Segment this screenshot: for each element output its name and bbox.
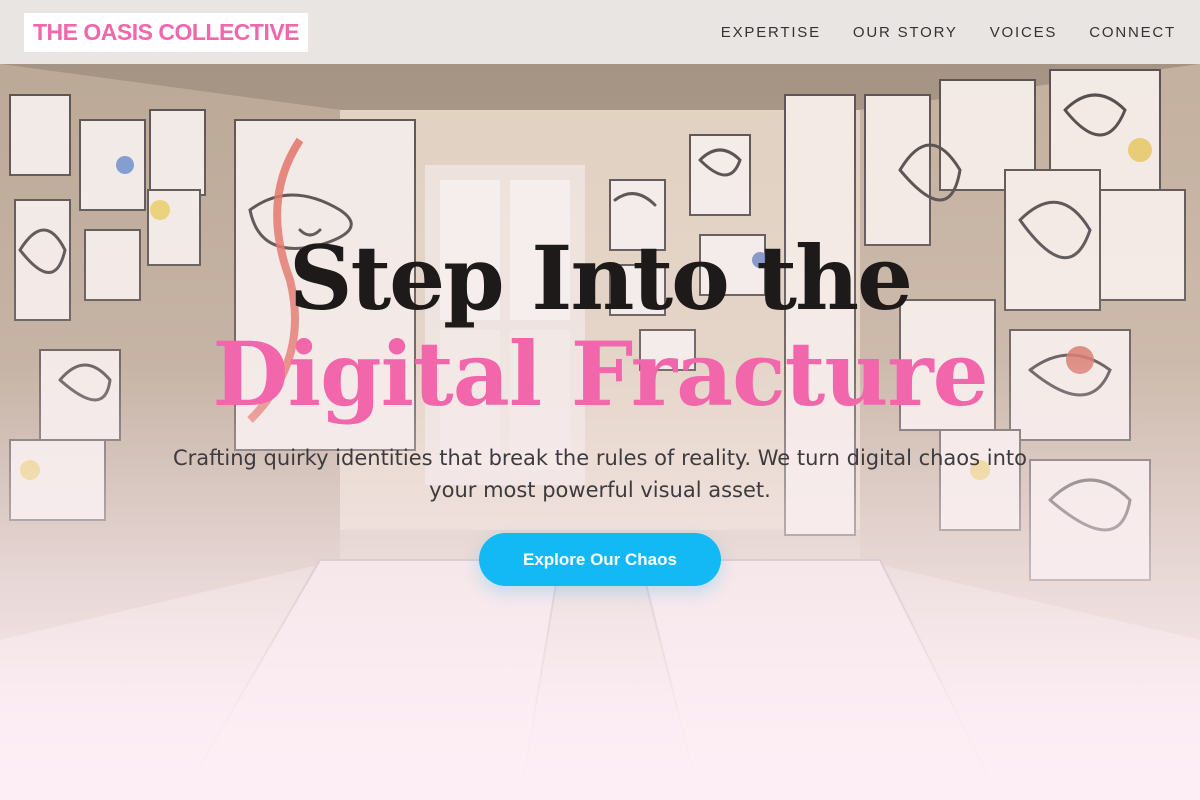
nav-item-voices[interactable]: VOICES — [990, 24, 1057, 41]
hero-headline: Step Into the Digital Fracture — [0, 230, 1200, 422]
main-nav: EXPERTISE OUR STORY VOICES CONNECT — [721, 24, 1176, 41]
hero-section: Step Into the Digital Fracture Crafting … — [0, 64, 1200, 800]
brand-logo[interactable]: THE OASIS COLLECTIVE — [24, 12, 309, 52]
hero-subheading: Crafting quirky identities that break th… — [172, 446, 1027, 502]
explore-cta-button[interactable]: Explore Our Chaos — [479, 533, 721, 586]
nav-item-expertise[interactable]: EXPERTISE — [721, 24, 821, 41]
nav-item-our-story[interactable]: OUR STORY — [853, 24, 958, 41]
site-header: THE OASIS COLLECTIVE EXPERTISE OUR STORY… — [0, 0, 1200, 64]
nav-item-connect[interactable]: CONNECT — [1089, 24, 1176, 41]
headline-line-2: Digital Fracture — [212, 322, 988, 426]
headline-line-1: Step Into the — [288, 226, 913, 330]
